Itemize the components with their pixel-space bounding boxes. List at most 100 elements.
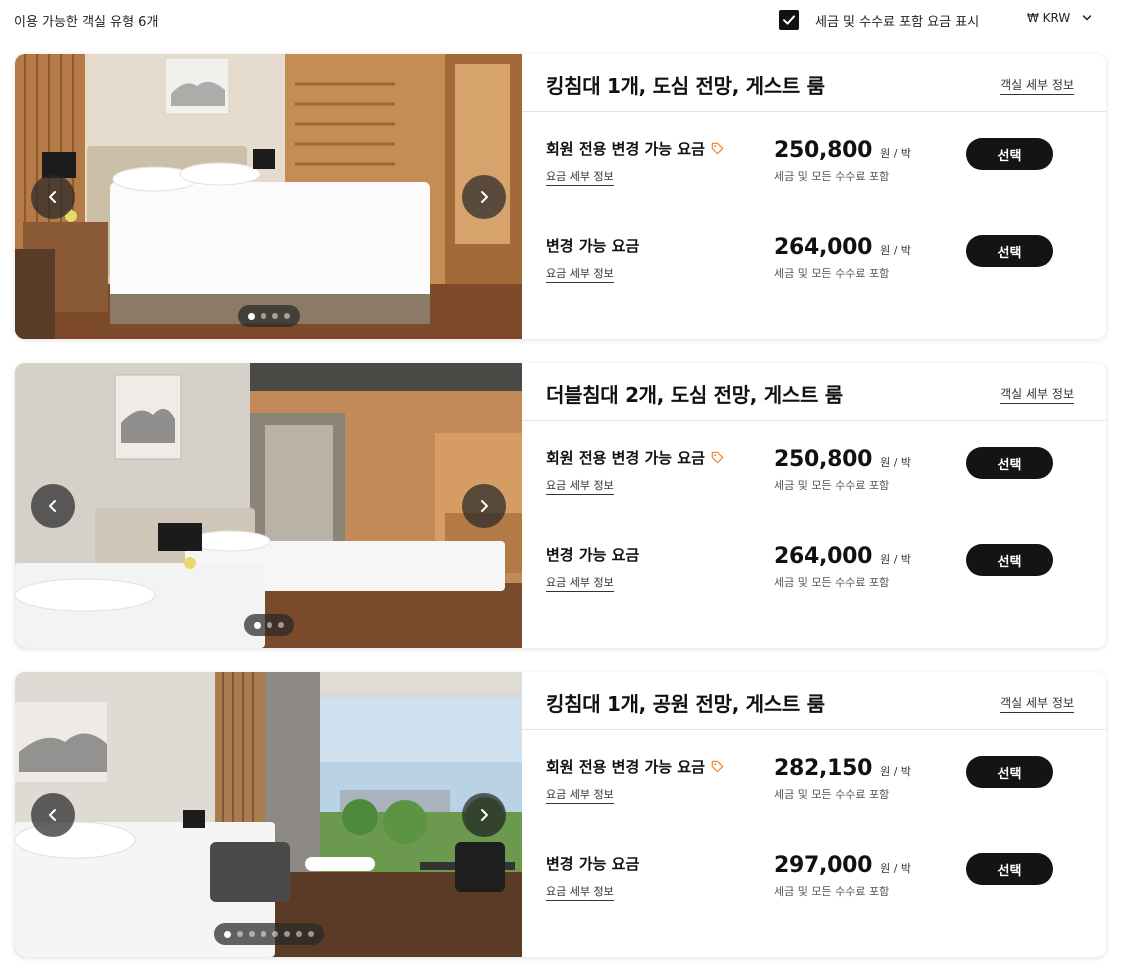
carousel-pagination [214, 923, 324, 945]
room-photo-king-park [15, 672, 522, 957]
carousel-dot[interactable] [284, 313, 291, 319]
carousel-dot[interactable] [308, 931, 314, 937]
room-info: 킹침대 1개, 도심 전망, 게스트 룸 객실 세부 정보회원 전용 변경 가능 … [522, 54, 1106, 339]
rate-row: 회원 전용 변경 가능 요금요금 세부 정보 250,800 원 / 박세금 및 모… [522, 447, 1106, 507]
carousel-prev-button[interactable] [31, 484, 75, 528]
rate-details-link[interactable]: 요금 세부 정보 [546, 168, 614, 186]
rate-details-link[interactable]: 요금 세부 정보 [546, 574, 614, 592]
rate-name-label: 회원 전용 변경 가능 요금 [546, 449, 705, 467]
price-unit: 원 / 박 [880, 147, 912, 160]
currency-selector[interactable]: ₩ KRW [1027, 11, 1092, 25]
chevron-right-icon [481, 500, 488, 512]
carousel-dot[interactable] [260, 931, 267, 937]
rate-name-label: 회원 전용 변경 가능 요금 [546, 758, 705, 776]
rate-row: 변경 가능 요금요금 세부 정보 264,000 원 / 박세금 및 모든 수수료 … [522, 544, 1106, 604]
carousel-prev-button[interactable] [31, 793, 75, 837]
room-title: 킹침대 1개, 공원 전망, 게스트 룸 [546, 692, 825, 716]
rate-name: 회원 전용 변경 가능 요금 [546, 756, 725, 777]
divider [522, 111, 1106, 112]
carousel-dot[interactable] [254, 621, 261, 629]
price-note: 세금 및 모든 수수료 포함 [774, 788, 890, 801]
chevron-right-icon [481, 809, 488, 821]
carousel-dot[interactable] [296, 931, 303, 937]
price-tag-icon [711, 142, 724, 155]
select-button[interactable]: 선택 [966, 138, 1053, 170]
price-note: 세금 및 모든 수수료 포함 [774, 576, 890, 589]
rate-name: 변경 가능 요금 [546, 853, 639, 874]
room-photo-carousel[interactable] [15, 363, 522, 648]
price: 250,800 원 / 박 [774, 447, 911, 472]
chevron-left-icon [49, 809, 56, 821]
select-button[interactable]: 선택 [966, 853, 1053, 885]
price-unit: 원 / 박 [880, 553, 912, 566]
select-button[interactable]: 선택 [966, 756, 1053, 788]
carousel-dot[interactable] [272, 931, 279, 937]
rate-name: 변경 가능 요금 [546, 235, 639, 256]
price-tag-icon [711, 451, 724, 464]
room-title: 킹침대 1개, 도심 전망, 게스트 룸 [546, 74, 825, 98]
rate-details-link[interactable]: 요금 세부 정보 [546, 786, 614, 804]
room-title: 더블침대 2개, 도심 전망, 게스트 룸 [546, 383, 843, 407]
tax-toggle-label: 세금 및 수수료 포함 요금 표시 [815, 14, 980, 30]
price-note: 세금 및 모든 수수료 포함 [774, 885, 890, 898]
rate-details-link[interactable]: 요금 세부 정보 [546, 265, 614, 283]
rate-row: 변경 가능 요금요금 세부 정보 297,000 원 / 박세금 및 모든 수수료 … [522, 853, 1106, 913]
select-button[interactable]: 선택 [966, 447, 1053, 479]
select-button[interactable]: 선택 [966, 235, 1053, 267]
carousel-next-button[interactable] [462, 793, 506, 837]
rate-details-link[interactable]: 요금 세부 정보 [546, 477, 614, 495]
carousel-dot[interactable] [248, 931, 255, 937]
tax-checkbox[interactable] [779, 10, 799, 30]
room-photo-king-city [15, 54, 522, 339]
carousel-dot[interactable] [260, 313, 267, 319]
rate-row: 회원 전용 변경 가능 요금요금 세부 정보 282,150 원 / 박세금 및 모… [522, 756, 1106, 816]
room-details-link[interactable]: 객실 세부 정보 [1000, 694, 1074, 713]
carousel-next-button[interactable] [462, 484, 506, 528]
carousel-dot[interactable] [248, 312, 255, 320]
room-info: 킹침대 1개, 공원 전망, 게스트 룸 객실 세부 정보회원 전용 변경 가능 … [522, 672, 1106, 957]
checkmark-icon [783, 15, 795, 25]
room-info: 더블침대 2개, 도심 전망, 게스트 룸 객실 세부 정보회원 전용 변경 가능… [522, 363, 1106, 648]
divider [522, 729, 1106, 730]
carousel-dot[interactable] [272, 313, 279, 319]
carousel-dot[interactable] [266, 622, 273, 628]
price-value: 264,000 [774, 235, 873, 260]
room-photo-carousel[interactable] [15, 672, 522, 957]
divider [522, 420, 1106, 421]
price-value: 297,000 [774, 853, 873, 878]
carousel-dot[interactable] [278, 622, 284, 628]
results-header: 이용 가능한 객실 유형 6개 세금 및 수수료 포함 요금 표시 ₩ KRW [0, 0, 1125, 42]
carousel-next-button[interactable] [462, 175, 506, 219]
tax-inclusive-toggle[interactable]: 세금 및 수수료 포함 요금 표시 [779, 9, 979, 31]
rate-name: 회원 전용 변경 가능 요금 [546, 447, 725, 468]
carousel-prev-button[interactable] [31, 175, 75, 219]
price-value: 250,800 [774, 447, 873, 472]
price-note: 세금 및 모든 수수료 포함 [774, 479, 890, 492]
price-value: 250,800 [774, 138, 873, 163]
room-card: 더블침대 2개, 도심 전망, 게스트 룸 객실 세부 정보회원 전용 변경 가능… [15, 363, 1106, 648]
rate-details-link[interactable]: 요금 세부 정보 [546, 883, 614, 901]
chevron-right-icon [481, 191, 488, 203]
price: 297,000 원 / 박 [774, 853, 911, 878]
room-details-link[interactable]: 객실 세부 정보 [1000, 76, 1074, 95]
price-value: 264,000 [774, 544, 873, 569]
room-details-link[interactable]: 객실 세부 정보 [1000, 385, 1074, 404]
price: 282,150 원 / 박 [774, 756, 911, 781]
chevron-left-icon [49, 500, 56, 512]
rate-name-label: 변경 가능 요금 [546, 237, 640, 255]
carousel-dot[interactable] [224, 930, 231, 938]
room-photo-carousel[interactable] [15, 54, 522, 339]
rate-name-label: 변경 가능 요금 [546, 546, 640, 564]
carousel-dot[interactable] [236, 931, 243, 937]
price-unit: 원 / 박 [880, 456, 912, 469]
currency-label: ₩ KRW [1027, 11, 1071, 25]
rate-row: 회원 전용 변경 가능 요금 요금 세부 정보 250,800 원 / 박 세금 및 모… [522, 138, 1106, 198]
room-type-count: 이용 가능한 객실 유형 6개 [14, 15, 159, 30]
select-button[interactable]: 선택 [966, 544, 1053, 576]
rate-row: 변경 가능 요금 요금 세부 정보 264,000 원 / 박 세금 및 모든 수수료 … [522, 235, 1106, 295]
price: 264,000 원 / 박 [774, 544, 911, 569]
rate-name: 회원 전용 변경 가능 요금 [546, 138, 725, 159]
carousel-pagination [244, 614, 294, 636]
carousel-dot[interactable] [284, 931, 291, 937]
price: 250,800 원 / 박 [774, 138, 911, 163]
